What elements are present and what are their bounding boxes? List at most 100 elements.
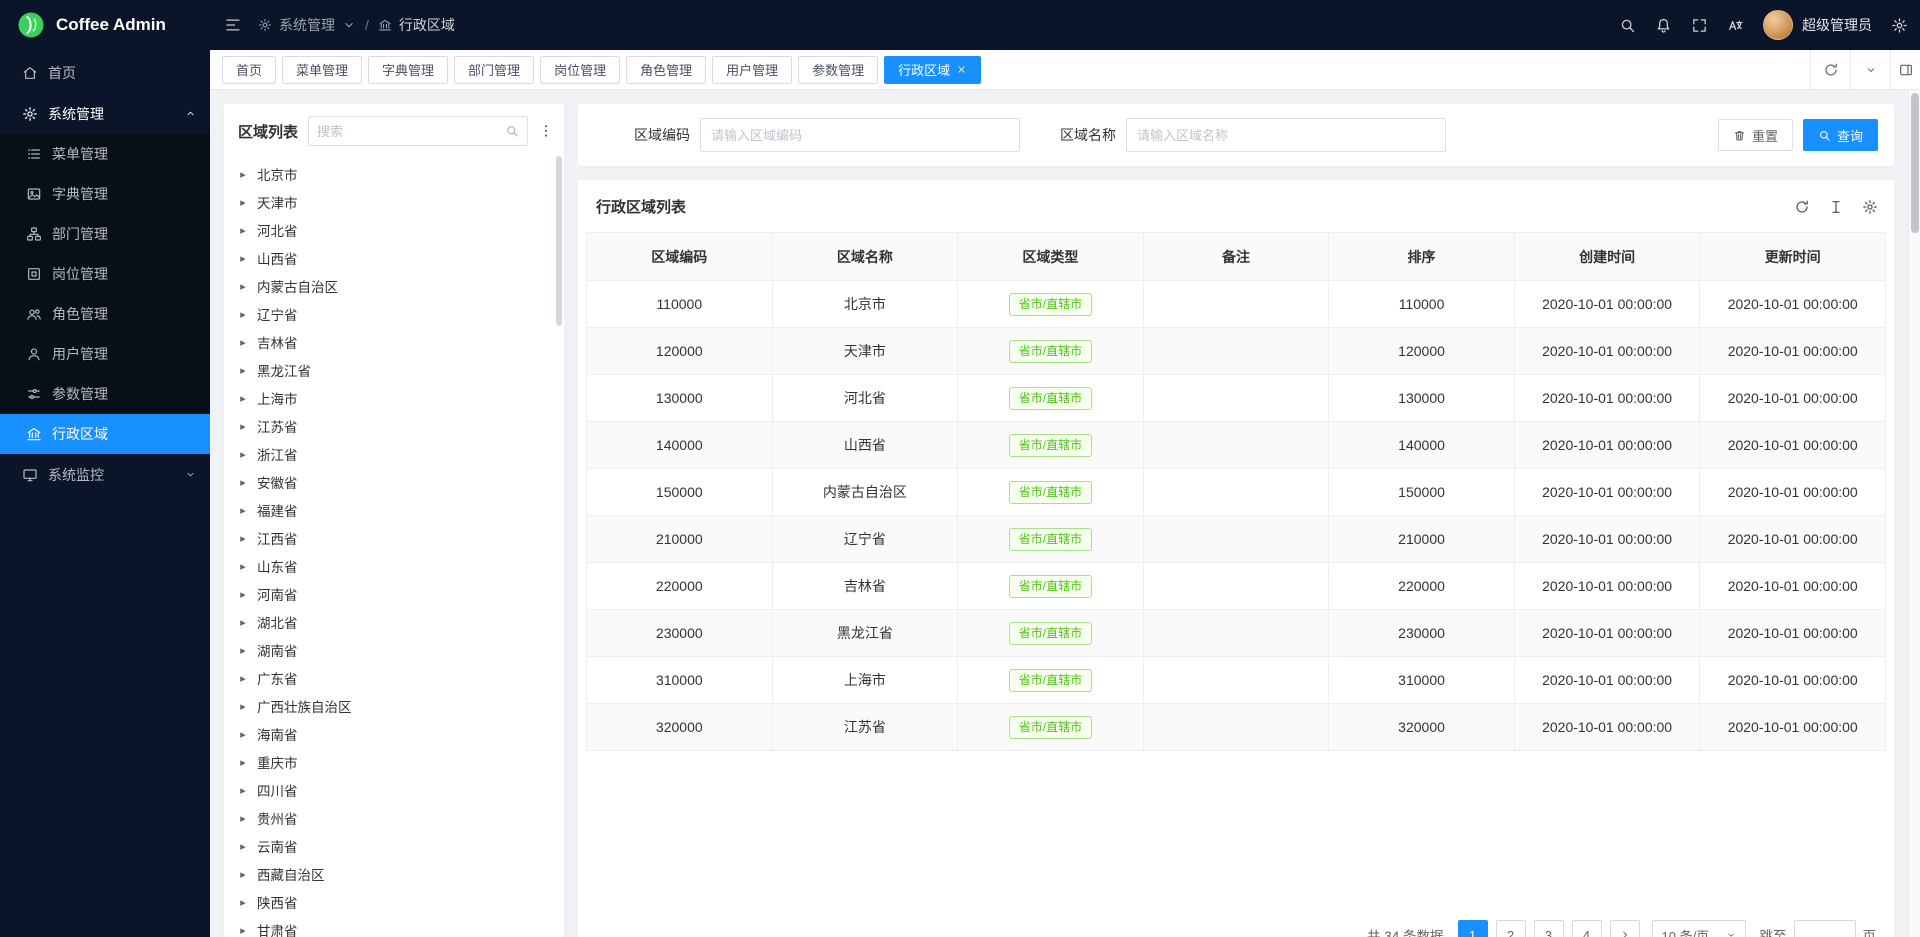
- fullscreen-icon[interactable]: [1691, 17, 1708, 34]
- settings-gear-icon[interactable]: [1891, 17, 1908, 34]
- expand-arrow-icon[interactable]: ▸: [238, 588, 248, 601]
- expand-arrow-icon[interactable]: ▸: [238, 532, 248, 545]
- tree-item[interactable]: ▸山西省: [238, 244, 564, 272]
- tree-item[interactable]: ▸吉林省: [238, 328, 564, 356]
- expand-arrow-icon[interactable]: ▸: [238, 896, 248, 909]
- expand-arrow-icon[interactable]: ▸: [238, 252, 248, 265]
- layout-toggle-button[interactable]: [1890, 50, 1920, 89]
- sidebar-item-post[interactable]: 岗位管理: [0, 254, 210, 294]
- sidebar-item-dict[interactable]: 字典管理: [0, 174, 210, 214]
- page-button-3[interactable]: 3: [1534, 920, 1564, 937]
- expand-arrow-icon[interactable]: ▸: [238, 168, 248, 181]
- expand-arrow-icon[interactable]: ▸: [238, 196, 248, 209]
- tree-item[interactable]: ▸西藏自治区: [238, 860, 564, 888]
- expand-arrow-icon[interactable]: ▸: [238, 504, 248, 517]
- tree-scrollbar[interactable]: [556, 156, 562, 326]
- tree-item[interactable]: ▸湖南省: [238, 636, 564, 664]
- refresh-icon[interactable]: [1794, 199, 1810, 215]
- expand-arrow-icon[interactable]: ▸: [238, 224, 248, 237]
- tree-item[interactable]: ▸河北省: [238, 216, 564, 244]
- expand-arrow-icon[interactable]: ▸: [238, 280, 248, 293]
- tree-search-input[interactable]: [317, 124, 499, 139]
- tree-item[interactable]: ▸云南省: [238, 832, 564, 860]
- app-logo[interactable]: Coffee Admin: [0, 0, 210, 50]
- expand-arrow-icon[interactable]: ▸: [238, 644, 248, 657]
- tab-options-button[interactable]: [1850, 50, 1890, 89]
- tree-item[interactable]: ▸内蒙古自治区: [238, 272, 564, 300]
- expand-arrow-icon[interactable]: ▸: [238, 616, 248, 629]
- tree-item[interactable]: ▸重庆市: [238, 748, 564, 776]
- tree-item[interactable]: ▸江西省: [238, 524, 564, 552]
- tree-item[interactable]: ▸海南省: [238, 720, 564, 748]
- tab-0[interactable]: 首页: [222, 56, 276, 84]
- expand-arrow-icon[interactable]: ▸: [238, 784, 248, 797]
- tab-8[interactable]: 行政区域: [884, 56, 981, 84]
- tree-item[interactable]: ▸陕西省: [238, 888, 564, 916]
- page-scrollbar-thumb[interactable]: [1911, 93, 1919, 233]
- expand-arrow-icon[interactable]: ▸: [238, 924, 248, 937]
- tab-5[interactable]: 角色管理: [626, 56, 706, 84]
- next-page-button[interactable]: [1610, 920, 1640, 937]
- tree-item[interactable]: ▸上海市: [238, 384, 564, 412]
- column-height-icon[interactable]: [1828, 199, 1844, 215]
- tree-item[interactable]: ▸贵州省: [238, 804, 564, 832]
- refresh-tab-button[interactable]: [1810, 50, 1850, 89]
- expand-arrow-icon[interactable]: ▸: [238, 700, 248, 713]
- page-button-2[interactable]: 2: [1496, 920, 1526, 937]
- breadcrumb-parent[interactable]: 系统管理: [279, 15, 335, 35]
- search-icon[interactable]: [1619, 17, 1636, 34]
- expand-arrow-icon[interactable]: ▸: [238, 672, 248, 685]
- sidebar-item-menu[interactable]: 菜单管理: [0, 134, 210, 174]
- tree-item[interactable]: ▸湖北省: [238, 608, 564, 636]
- sidebar-item-param[interactable]: 参数管理: [0, 374, 210, 414]
- tree-item[interactable]: ▸广西壮族自治区: [238, 692, 564, 720]
- user-menu[interactable]: 超级管理员: [1763, 10, 1872, 40]
- tree-item[interactable]: ▸黑龙江省: [238, 356, 564, 384]
- search-button[interactable]: 查询: [1803, 119, 1878, 151]
- sidebar-item-dept[interactable]: 部门管理: [0, 214, 210, 254]
- tree-more-menu[interactable]: [538, 123, 554, 139]
- page-button-1[interactable]: 1: [1458, 920, 1488, 937]
- sidebar-item-user[interactable]: 用户管理: [0, 334, 210, 374]
- translate-icon[interactable]: [1727, 17, 1744, 34]
- tab-3[interactable]: 部门管理: [454, 56, 534, 84]
- jump-page-input[interactable]: [1794, 920, 1856, 937]
- expand-arrow-icon[interactable]: ▸: [238, 336, 248, 349]
- tree-item[interactable]: ▸浙江省: [238, 440, 564, 468]
- sidebar-item-home[interactable]: 首页: [0, 52, 210, 93]
- tree-item[interactable]: ▸安徽省: [238, 468, 564, 496]
- tab-2[interactable]: 字典管理: [368, 56, 448, 84]
- page-scrollbar[interactable]: [1908, 90, 1920, 937]
- expand-arrow-icon[interactable]: ▸: [238, 560, 248, 573]
- sidebar-item-region[interactable]: 行政区域: [0, 414, 210, 454]
- close-tab-icon[interactable]: [956, 64, 967, 75]
- expand-arrow-icon[interactable]: ▸: [238, 392, 248, 405]
- expand-arrow-icon[interactable]: ▸: [238, 420, 248, 433]
- page-button-4[interactable]: 4: [1572, 920, 1602, 937]
- expand-arrow-icon[interactable]: ▸: [238, 868, 248, 881]
- expand-arrow-icon[interactable]: ▸: [238, 476, 248, 489]
- region-code-input[interactable]: [700, 118, 1020, 152]
- tab-1[interactable]: 菜单管理: [282, 56, 362, 84]
- sidebar-item-monitor[interactable]: 系统监控: [0, 454, 210, 495]
- bell-icon[interactable]: [1655, 17, 1672, 34]
- expand-arrow-icon[interactable]: ▸: [238, 364, 248, 377]
- tree-item[interactable]: ▸山东省: [238, 552, 564, 580]
- expand-arrow-icon[interactable]: ▸: [238, 308, 248, 321]
- region-name-input[interactable]: [1126, 118, 1446, 152]
- sidebar-item-system[interactable]: 系统管理: [0, 93, 210, 134]
- page-size-select[interactable]: 10 条/页: [1652, 920, 1746, 937]
- expand-arrow-icon[interactable]: ▸: [238, 448, 248, 461]
- tab-6[interactable]: 用户管理: [712, 56, 792, 84]
- expand-arrow-icon[interactable]: ▸: [238, 840, 248, 853]
- tree-item[interactable]: ▸天津市: [238, 188, 564, 216]
- search-icon[interactable]: [505, 124, 519, 138]
- collapse-sidebar-icon[interactable]: [224, 16, 242, 34]
- tree-item[interactable]: ▸辽宁省: [238, 300, 564, 328]
- tab-4[interactable]: 岗位管理: [540, 56, 620, 84]
- expand-arrow-icon[interactable]: ▸: [238, 812, 248, 825]
- expand-arrow-icon[interactable]: ▸: [238, 756, 248, 769]
- tree-item[interactable]: ▸北京市: [238, 160, 564, 188]
- expand-arrow-icon[interactable]: ▸: [238, 728, 248, 741]
- sidebar-item-role[interactable]: 角色管理: [0, 294, 210, 334]
